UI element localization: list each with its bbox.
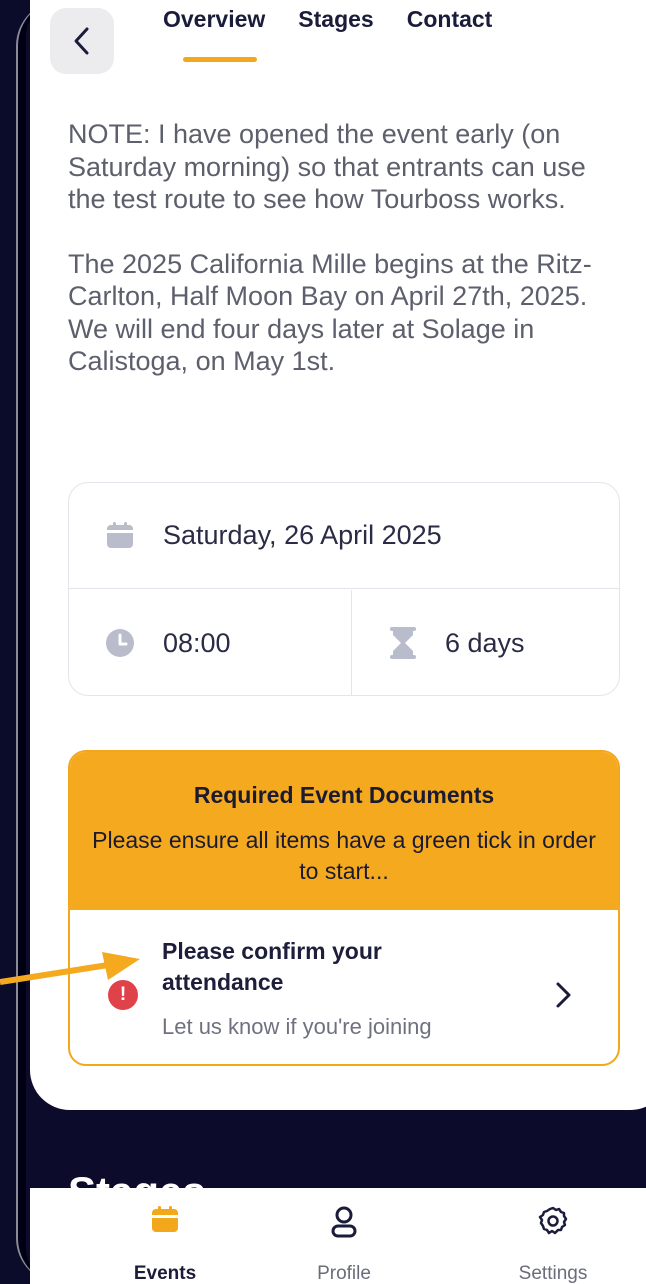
gear-icon bbox=[538, 1206, 568, 1235]
event-time-cell: 08:00 bbox=[69, 590, 352, 696]
hourglass-icon bbox=[390, 627, 416, 659]
tab-bar: Overview Stages Contact bbox=[163, 6, 492, 33]
event-date: Saturday, 26 April 2025 bbox=[163, 520, 442, 550]
tab-stages[interactable]: Stages bbox=[298, 6, 373, 33]
pointer-arrow-annotation bbox=[0, 952, 140, 985]
event-note: NOTE: I have opened the event early (on … bbox=[68, 119, 586, 214]
chevron-left-icon bbox=[74, 27, 89, 55]
documents-subtitle: Please ensure all items have a green tic… bbox=[92, 827, 596, 884]
nav-profile-label: Profile bbox=[317, 1263, 371, 1284]
event-time: 08:00 bbox=[163, 627, 231, 658]
item-title: Please confirm your attendance bbox=[162, 938, 382, 995]
back-button[interactable] bbox=[50, 8, 114, 74]
documents-header: Required Event Documents Please ensure a… bbox=[70, 752, 618, 910]
nav-events-label: Events bbox=[133, 1263, 197, 1284]
event-body: The 2025 California Mille begins at the … bbox=[68, 248, 592, 377]
chevron-right-icon bbox=[556, 982, 571, 1008]
calendar-icon bbox=[107, 521, 133, 548]
confirm-attendance-item[interactable]: ! Please confirm your attendance Let us … bbox=[70, 910, 618, 1064]
tab-overview[interactable]: Overview bbox=[163, 6, 265, 33]
required-documents-panel: Required Event Documents Please ensure a… bbox=[68, 750, 620, 1066]
bottom-navigation: Events Profile Settings bbox=[30, 1188, 646, 1284]
calendar-icon bbox=[152, 1206, 178, 1232]
event-date-row: Saturday, 26 April 2025 bbox=[69, 483, 619, 589]
nav-settings-label: Settings bbox=[518, 1263, 588, 1284]
clock-icon bbox=[106, 629, 134, 657]
event-description: NOTE: I have opened the event early (on … bbox=[68, 118, 618, 378]
event-duration-cell: 6 days bbox=[353, 590, 619, 696]
event-info-box: Saturday, 26 April 2025 08:00 6 days bbox=[68, 482, 620, 696]
documents-title: Required Event Documents bbox=[193, 782, 495, 808]
active-tab-indicator bbox=[183, 57, 257, 62]
event-duration: 6 days bbox=[445, 627, 525, 658]
item-subtitle: Let us know if you're joining bbox=[162, 1014, 432, 1039]
tab-contact[interactable]: Contact bbox=[407, 6, 493, 33]
user-icon bbox=[331, 1206, 357, 1238]
